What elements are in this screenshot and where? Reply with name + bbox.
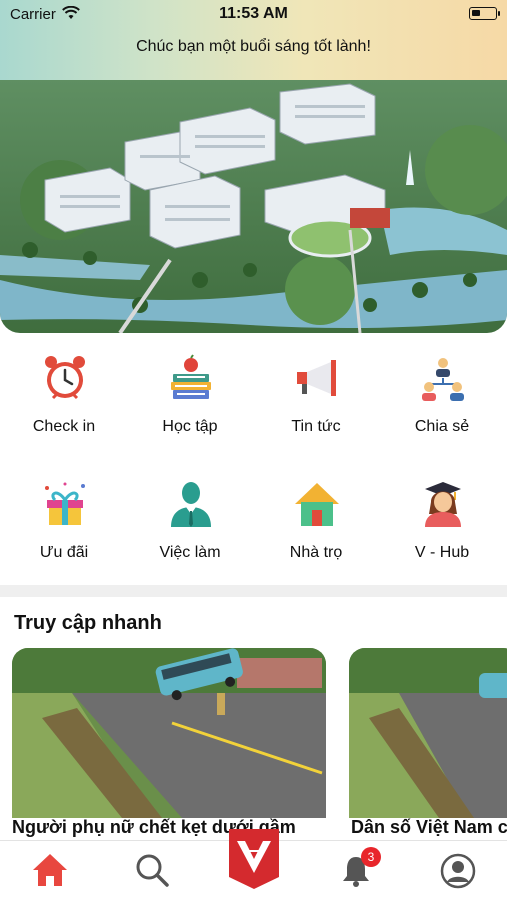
tab-search[interactable] [113, 841, 193, 900]
feature-menu: Check in Học tập Tin tức Chia sẻ Ưu đãi … [0, 340, 507, 580]
status-bar: Carrier 11:53 AM [0, 0, 507, 28]
books-apple-icon [171, 354, 211, 399]
businessman-icon [171, 482, 211, 527]
news-card-title[interactable]: Dân số Việt Nam c [351, 817, 507, 838]
menu-item-v-hub[interactable]: V - Hub [379, 466, 505, 576]
tab-notifications[interactable]: 3 [317, 841, 397, 900]
graduate-icon [425, 482, 461, 527]
campus-hero-image [0, 80, 507, 333]
menu-item-nha-tro[interactable]: Nhà trọ [253, 466, 379, 576]
tab-home[interactable] [10, 841, 90, 900]
menu-label-hoc-tap: Học tập [162, 418, 218, 435]
megaphone-icon [297, 360, 336, 396]
house-icon [295, 483, 339, 526]
home-icon [33, 854, 67, 886]
tab-profile[interactable] [418, 841, 498, 900]
gift-box-icon [45, 482, 85, 525]
menu-item-chia-se[interactable]: Chia sẻ [379, 340, 505, 450]
tab-app-logo[interactable] [229, 829, 279, 889]
notification-badge: 3 [361, 847, 381, 867]
search-icon [136, 854, 169, 887]
menu-label-v-hub: V - Hub [414, 544, 470, 561]
news-card-image[interactable] [12, 648, 326, 838]
menu-item-viec-lam[interactable]: Việc làm [127, 466, 253, 576]
menu-label-chia-se: Chia sẻ [414, 418, 470, 435]
profile-icon [440, 853, 476, 889]
quick-access-title: Truy cập nhanh [14, 612, 162, 634]
menu-label-uu-dai: Ưu đãi [39, 544, 89, 561]
menu-item-tin-tuc[interactable]: Tin tức [253, 340, 379, 450]
menu-label-check-in: Check in [32, 418, 96, 435]
people-share-icon [422, 358, 464, 401]
menu-label-tin-tuc: Tin tức [291, 418, 341, 435]
menu-item-hoc-tap[interactable]: Học tập [127, 340, 253, 450]
app-logo-icon [229, 829, 279, 889]
menu-item-check-in[interactable]: Check in [1, 340, 127, 450]
alarm-clock-icon [45, 356, 85, 400]
battery-icon [469, 7, 500, 20]
bottom-tab-bar: 3 [0, 829, 507, 900]
status-time: 11:53 AM [219, 5, 288, 22]
greeting-text: Chúc bạn một buổi sáng tốt lành! [136, 38, 371, 55]
news-card-title[interactable]: Người phụ nữ chết kẹt dưới gầm [12, 817, 332, 838]
menu-label-nha-tro: Nhà trọ [289, 544, 343, 561]
section-divider [0, 585, 507, 597]
news-card-image[interactable] [349, 648, 507, 838]
menu-item-uu-dai[interactable]: Ưu đãi [1, 466, 127, 576]
menu-label-viec-lam: Việc làm [159, 544, 221, 561]
